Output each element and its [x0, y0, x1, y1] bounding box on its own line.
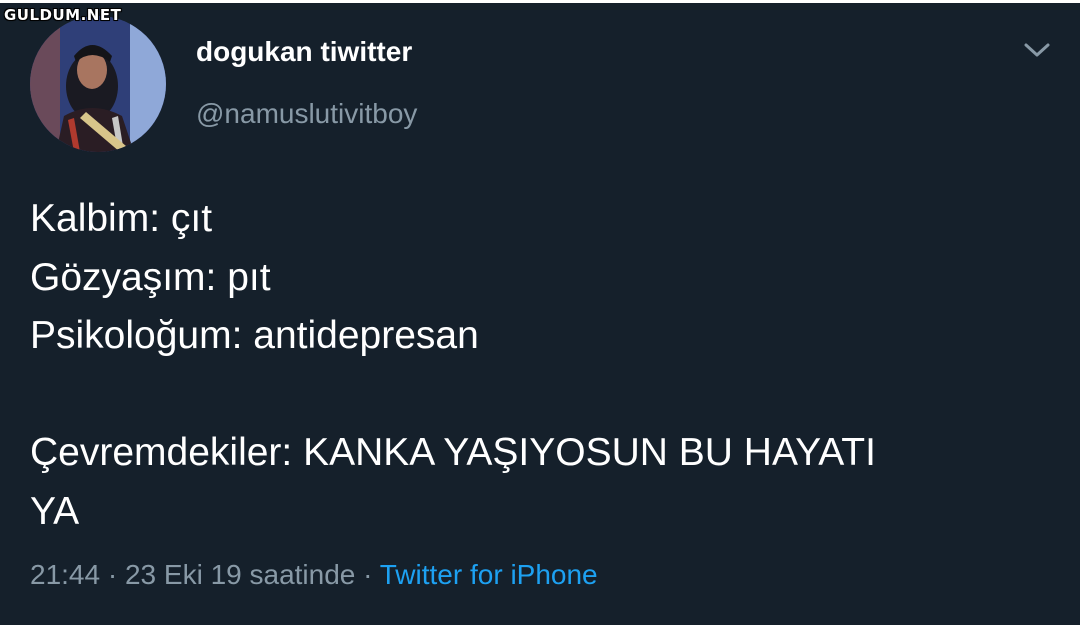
- tweet-line: Kalbim: çıt: [30, 197, 213, 240]
- avatar-photo: [30, 16, 166, 152]
- watermark: GULDUM.NET: [4, 6, 122, 24]
- tweet-source-link[interactable]: Twitter for iPhone: [380, 559, 598, 590]
- chevron-down-icon[interactable]: [1022, 40, 1052, 60]
- tweet-line: Psikoloğum: antidepresan: [30, 314, 479, 357]
- tweet-date[interactable]: 23 Eki 19 saatinde: [125, 559, 355, 590]
- top-border: [0, 0, 1080, 3]
- meta-separator: ·: [355, 559, 380, 590]
- tweet-line: Çevremdekiler: KANKA YAŞIYOSUN BU HAYATI: [30, 431, 876, 474]
- user-handle[interactable]: @namuslutivitboy: [196, 98, 417, 130]
- tweet-meta: 21:44 · 23 Eki 19 saatinde · Twitter for…: [30, 559, 598, 591]
- avatar[interactable]: [30, 16, 166, 152]
- tweet-time[interactable]: 21:44: [30, 559, 100, 590]
- tweet-text: Kalbim: çıt Gözyaşım: pıt Psikoloğum: an…: [30, 190, 1050, 541]
- meta-separator: ·: [100, 559, 125, 590]
- tweet-line: Gözyaşım: pıt: [30, 255, 271, 299]
- tweet-line: YA: [30, 489, 80, 533]
- display-name[interactable]: dogukan tiwitter: [196, 36, 412, 68]
